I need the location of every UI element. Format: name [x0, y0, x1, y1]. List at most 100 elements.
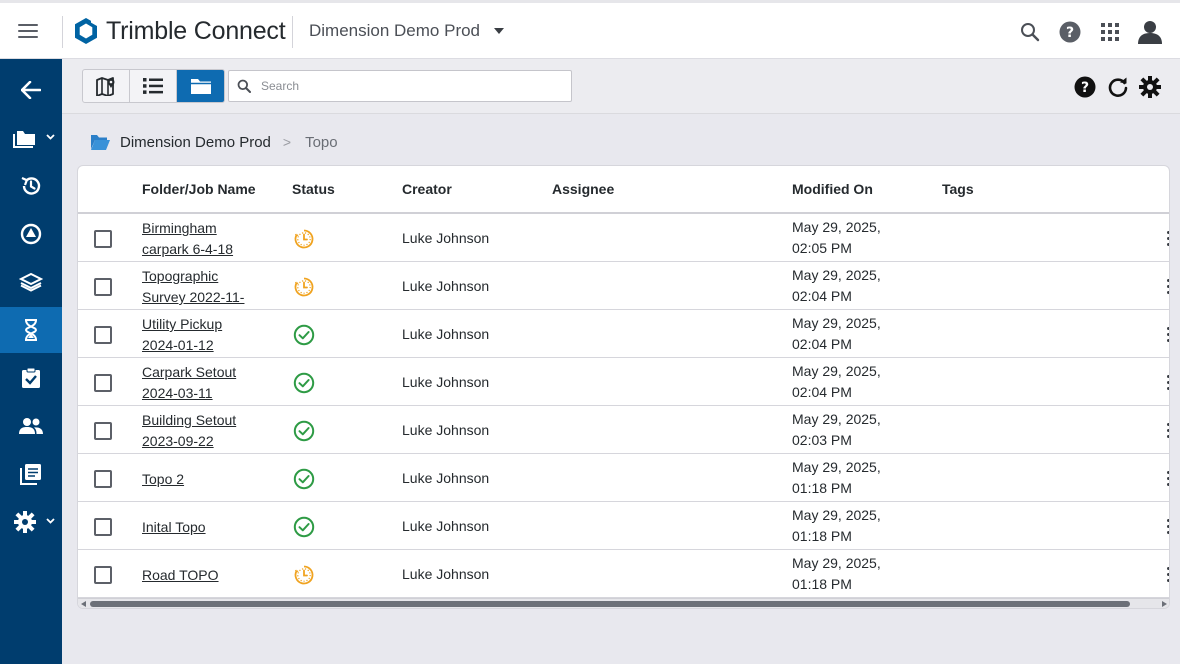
row-menu-icon[interactable]	[1167, 423, 1169, 439]
job-name-link[interactable]: Topographic Survey 2022-11-	[142, 266, 260, 308]
sidebar-item-files[interactable]	[0, 115, 62, 161]
row-checkbox[interactable]	[94, 374, 112, 392]
row-menu-icon[interactable]	[1167, 327, 1169, 343]
sidebar-item-models[interactable]	[0, 211, 62, 257]
job-name-link[interactable]: Birmingham carpark 6-4-18	[142, 218, 260, 260]
modified-on: May 29, 2025, 01:18 PM	[792, 457, 881, 499]
modified-date: May 29, 2025,	[792, 363, 881, 379]
status-complete-icon	[293, 516, 315, 538]
status-complete-icon	[293, 468, 315, 490]
brand-logo[interactable]: Trimble Connect	[74, 16, 286, 46]
scroll-right-icon[interactable]	[1162, 601, 1167, 607]
job-name-link[interactable]: Utility Pickup 2024-01-12	[142, 314, 260, 356]
column-header-assignee[interactable]: Assignee	[552, 181, 614, 197]
modified-date: May 29, 2025,	[792, 555, 881, 571]
scroll-left-icon[interactable]	[81, 601, 86, 607]
breadcrumb: Dimension Demo Prod > Topo	[90, 131, 338, 153]
sidebar-item-activity[interactable]	[0, 163, 62, 209]
row-menu-icon[interactable]	[1167, 231, 1169, 247]
refresh-button[interactable]	[1106, 75, 1130, 99]
column-header-creator[interactable]: Creator	[402, 181, 452, 197]
divider	[292, 16, 293, 48]
table-row[interactable]: Topo 2 Luke Johnson May 29, 2025, 01:18 PM	[78, 454, 1169, 502]
sidebar-item-jobs[interactable]	[0, 307, 62, 353]
row-checkbox[interactable]	[94, 470, 112, 488]
status-pending-icon	[293, 276, 315, 298]
job-name-link[interactable]: Topo 2	[142, 469, 260, 490]
job-name-link[interactable]: Road TOPO	[142, 565, 260, 586]
status-complete-icon	[293, 372, 315, 394]
job-name-line: Road TOPO	[142, 567, 219, 583]
sidebar-item-layers[interactable]	[0, 259, 62, 305]
map-view-button[interactable]	[83, 70, 130, 102]
table-row[interactable]: Carpark Setout 2024-03-11 Luke Johnson May …	[78, 358, 1169, 406]
modified-time: 01:18 PM	[792, 480, 852, 496]
settings-button[interactable]	[1138, 75, 1162, 99]
divider	[62, 16, 63, 48]
refresh-icon	[1108, 77, 1128, 97]
sidebar-item-reports[interactable]	[0, 451, 62, 497]
job-name-link[interactable]: Inital Topo	[142, 517, 260, 538]
column-header-tags[interactable]: Tags	[942, 181, 974, 197]
row-checkbox[interactable]	[94, 278, 112, 296]
list-view-button[interactable]	[130, 70, 177, 102]
modified-date: May 29, 2025,	[792, 267, 881, 283]
job-name-line: Topographic	[142, 268, 219, 284]
row-menu-icon[interactable]	[1167, 375, 1169, 391]
sidebar-item-todos[interactable]	[0, 355, 62, 401]
brand-name: Trimble Connect	[106, 16, 286, 45]
row-checkbox[interactable]	[94, 326, 112, 344]
modified-time: 01:18 PM	[792, 576, 852, 592]
folder-icon	[13, 131, 35, 148]
job-name-line: 2024-01-12	[142, 337, 214, 353]
scrollbar-thumb[interactable]	[90, 601, 1130, 607]
horizontal-scrollbar[interactable]	[78, 598, 1169, 608]
column-header-status[interactable]: Status	[292, 181, 335, 197]
modified-date: May 29, 2025,	[792, 315, 881, 331]
job-name-link[interactable]: Carpark Setout 2024-03-11	[142, 362, 260, 404]
row-checkbox[interactable]	[94, 422, 112, 440]
layers-icon	[19, 272, 43, 292]
folder-view-button[interactable]	[177, 70, 224, 102]
history-icon	[21, 177, 41, 195]
apps-grid-icon[interactable]	[1097, 19, 1123, 45]
sidebar-item-team[interactable]	[0, 403, 62, 449]
sidebar-item-back[interactable]	[0, 67, 62, 113]
job-name-line: carpark 6-4-18	[142, 241, 234, 257]
svg-text:?: ?	[1081, 80, 1089, 96]
search-icon[interactable]	[1017, 19, 1043, 45]
column-header-modified-on[interactable]: Modified On	[792, 181, 873, 197]
row-menu-icon[interactable]	[1167, 279, 1169, 295]
row-checkbox[interactable]	[94, 566, 112, 584]
project-switcher[interactable]: Dimension Demo Prod	[309, 21, 505, 41]
table-row[interactable]: Building Setout 2023-09-22 Luke Johnson May…	[78, 406, 1169, 454]
user-avatar-icon[interactable]	[1136, 18, 1164, 46]
jobs-table: Folder/Job Name Status Creator Assignee …	[77, 165, 1170, 609]
table-row[interactable]: Inital Topo Luke Johnson May 29, 2025, 01:1…	[78, 502, 1169, 550]
folder-open-icon	[91, 134, 110, 150]
row-checkbox[interactable]	[94, 518, 112, 536]
table-row[interactable]: Utility Pickup 2024-01-12 Luke Johnson May …	[78, 310, 1169, 358]
creator-name: Luke Johnson	[402, 422, 490, 438]
row-menu-icon[interactable]	[1167, 519, 1169, 535]
view-toggle-group	[82, 69, 225, 103]
help-icon[interactable]: ?	[1057, 19, 1083, 45]
modified-date: May 29, 2025,	[792, 459, 881, 475]
row-menu-icon[interactable]	[1167, 471, 1169, 487]
column-header-name[interactable]: Folder/Job Name	[142, 181, 256, 197]
menu-icon[interactable]	[18, 21, 40, 39]
table-header: Folder/Job Name Status Creator Assignee …	[78, 166, 1169, 214]
breadcrumb-root[interactable]: Dimension Demo Prod	[120, 134, 271, 151]
table-row[interactable]: Topographic Survey 2022-11- Luke Johnson Ma…	[78, 262, 1169, 310]
table-row[interactable]: Birmingham carpark 6-4-18 Luke Johnson May …	[78, 214, 1169, 262]
status-pending-icon	[293, 228, 315, 250]
help-button[interactable]: ?	[1073, 75, 1097, 99]
sidebar-item-settings[interactable]	[0, 499, 62, 545]
row-checkbox[interactable]	[94, 230, 112, 248]
modified-time: 02:04 PM	[792, 336, 852, 352]
modified-on: May 29, 2025, 02:03 PM	[792, 409, 881, 451]
job-name-link[interactable]: Building Setout 2023-09-22	[142, 410, 260, 452]
row-menu-icon[interactable]	[1167, 567, 1169, 583]
table-row[interactable]: Road TOPO Luke Johnson May 29, 2025, 01:18 …	[78, 550, 1169, 598]
search-input[interactable]	[261, 79, 551, 93]
